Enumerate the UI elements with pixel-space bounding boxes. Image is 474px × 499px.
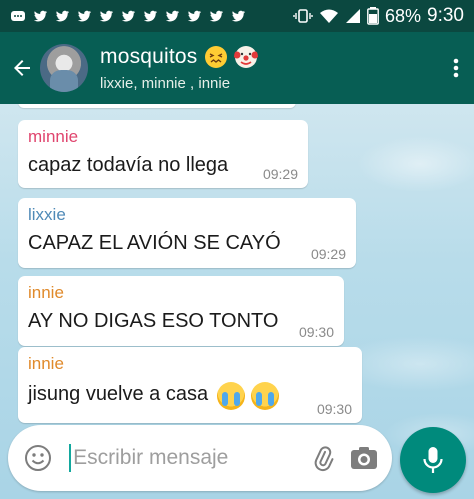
confounded-face-emoji [204, 45, 227, 68]
back-arrow-icon [14, 60, 30, 76]
voice-message-button[interactable] [400, 427, 466, 493]
message-input[interactable] [73, 446, 304, 470]
microphone-icon [423, 447, 443, 473]
twitter-icon [187, 10, 201, 22]
text-cursor [69, 444, 72, 472]
notification-icons [10, 9, 246, 23]
message-bubble[interactable]: minnie capaz todavía no llega 09:29 [18, 120, 308, 188]
message-text: AY NO DIGAS ESO TONTO [28, 310, 279, 332]
twitter-icon [77, 10, 91, 22]
twitter-icon [33, 10, 47, 22]
message-time: 09:30 [298, 324, 334, 340]
twitter-icon [55, 10, 69, 22]
twitter-icon [165, 10, 179, 22]
twitter-icon [99, 10, 113, 22]
group-avatar[interactable] [40, 44, 88, 92]
loudly-crying-face-emoji [216, 381, 245, 410]
signal-icon [345, 9, 360, 23]
message-bubble[interactable]: innie jisung vuelve a casa 09:30 [18, 347, 362, 423]
message-time: 09:29 [310, 246, 346, 262]
message-composer[interactable] [8, 425, 392, 491]
paperclip-icon [314, 446, 334, 471]
twitter-icon [209, 10, 223, 22]
camera-button[interactable] [343, 425, 386, 491]
system-status: 68% 9:30 [293, 5, 464, 27]
message-bubble[interactable]: innie AY NO DIGAS ESO TONTO 09:30 [18, 276, 344, 346]
chat-info[interactable]: mosquitos lixxie, minnie , innie [100, 45, 258, 92]
previous-message-bubble[interactable] [18, 104, 296, 108]
message-sender: minnie [28, 127, 79, 146]
message-time: 09:30 [316, 401, 352, 417]
twitter-icon [231, 10, 245, 22]
message-text: jisung vuelve a casa [28, 383, 209, 405]
status-bar: 68% 9:30 [0, 0, 474, 32]
attach-button[interactable] [303, 425, 342, 491]
vibrate-icon [293, 9, 313, 23]
battery-icon [367, 7, 379, 25]
twitter-icon [121, 10, 135, 22]
clown-face-emoji [233, 45, 258, 68]
messages-icon [11, 11, 25, 21]
smiley-icon [24, 445, 51, 471]
back-button[interactable] [2, 32, 42, 104]
more-vert-icon [453, 58, 459, 78]
message-bubble[interactable]: lixxie CAPAZ EL AVIÓN SE CAYÓ 09:29 [18, 198, 356, 268]
wifi-icon [319, 9, 338, 23]
loudly-crying-face-emoji [251, 381, 280, 410]
camera-icon [351, 447, 378, 469]
emoji-button[interactable] [8, 425, 67, 491]
battery-percentage: 68% [384, 5, 422, 26]
overflow-menu-button[interactable] [438, 32, 474, 104]
chat-header[interactable]: mosquitos lixxie, minnie , innie [0, 32, 474, 104]
chat-participants: lixxie, minnie , innie [100, 74, 231, 92]
message-sender: lixxie [28, 205, 66, 224]
message-text: capaz todavía no llega [28, 154, 229, 176]
twitter-icon [143, 10, 157, 22]
clock: 9:30 [427, 5, 464, 26]
message-text: CAPAZ EL AVIÓN SE CAYÓ [28, 232, 281, 254]
message-time: 09:29 [262, 166, 298, 182]
message-sender: innie [28, 283, 64, 302]
chat-title: mosquitos [100, 44, 198, 68]
message-sender: innie [28, 354, 64, 373]
